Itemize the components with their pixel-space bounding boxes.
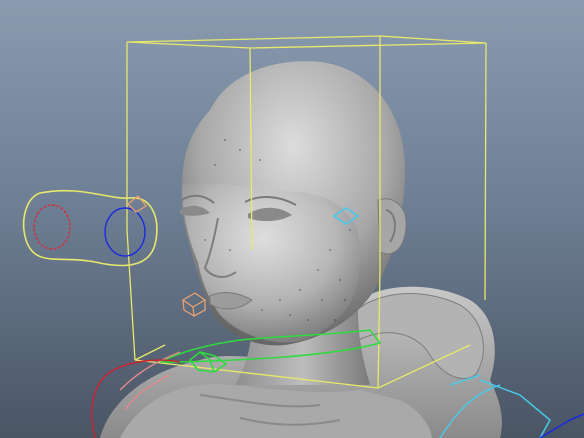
neck-ring-control[interactable]: [134, 344, 166, 361]
eye-aim-control[interactable]: [22, 189, 158, 267]
nose-box-control[interactable]: [181, 292, 207, 318]
3d-viewport[interactable]: [0, 0, 584, 438]
right-eye-control[interactable]: [104, 207, 146, 257]
left-eye-control[interactable]: [33, 204, 71, 250]
viewport-canvas[interactable]: [0, 0, 584, 438]
